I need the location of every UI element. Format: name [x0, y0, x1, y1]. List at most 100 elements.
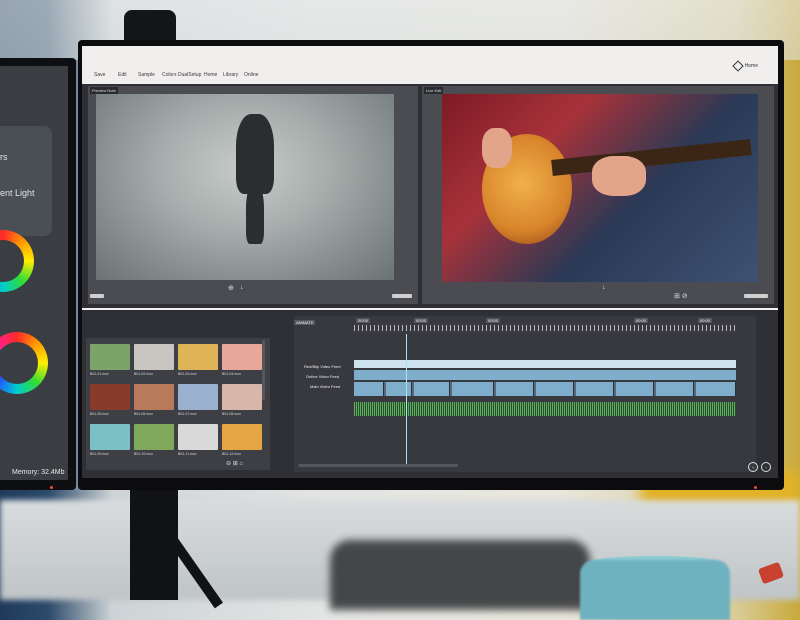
left-monitor-screen: rs ent Light Memory: 32.4Mb — [0, 66, 68, 480]
timecode-3: 00:00 — [486, 318, 501, 323]
timeline-clip[interactable] — [354, 382, 384, 396]
media-thumbnail-label: B01-12.mov — [222, 452, 241, 456]
media-thumbnail-label: B01-01.mov — [90, 372, 109, 376]
menu-divider — [82, 82, 778, 84]
menu-bar: Save Edit Sample Colors DualSetup Home L… — [82, 46, 778, 82]
marker-icon[interactable]: ⊕ — [228, 284, 234, 292]
download-icon-2[interactable]: ↓ — [602, 284, 606, 291]
playback-controls-icon[interactable]: ⊞ ⊘ — [674, 292, 688, 300]
color-wheel-1[interactable] — [0, 230, 34, 292]
menu-item-online[interactable]: Online — [244, 72, 258, 78]
media-thumbnail-label: B01-03.mov — [178, 372, 197, 376]
timeline-corner-controls: + − — [748, 462, 771, 472]
dancer-figure — [236, 114, 274, 194]
menu-item-edit[interactable]: Edit — [118, 72, 127, 78]
fretting-hand — [592, 156, 646, 196]
timeline-panel: ANIMATE 00:00 00:00 00:00 00:00 00:00 Re… — [294, 316, 756, 472]
media-thumbnail-label: B01-06.mov — [134, 412, 153, 416]
mug — [580, 560, 730, 620]
video-track-3[interactable] — [354, 382, 736, 396]
source-viewer-label: Preview Note — [90, 87, 118, 94]
dancer-legs — [246, 184, 264, 244]
menu-item-sample[interactable]: Sample — [138, 72, 155, 78]
source-scrubber-left[interactable] — [90, 294, 104, 298]
media-thumbnail-label: B01-07.mov — [178, 412, 197, 416]
timecode-2: 00:00 — [414, 318, 429, 323]
track-label-3: Main Video Feed — [310, 384, 341, 389]
media-thumbnail[interactable] — [90, 424, 130, 450]
source-scrubber-right[interactable] — [392, 294, 412, 298]
media-thumbnail-label: B01-02.mov — [134, 372, 153, 376]
main-monitor: Save Edit Sample Colors DualSetup Home L… — [78, 40, 784, 490]
timeline-clip[interactable] — [414, 382, 450, 396]
video-track-1[interactable] — [354, 360, 736, 368]
menu-item-dualsetup[interactable]: DualSetup — [178, 72, 201, 78]
program-scrubber[interactable] — [744, 294, 768, 298]
source-viewer-video[interactable] — [96, 94, 394, 280]
media-thumbnail-label: B01-04.mov — [222, 372, 241, 376]
timecode-4: 00:00 — [634, 318, 649, 323]
timeline-clip[interactable] — [536, 382, 574, 396]
media-thumbnail[interactable] — [134, 424, 174, 450]
media-thumbnail[interactable] — [178, 424, 218, 450]
home-icon — [731, 60, 744, 72]
media-thumbnail[interactable] — [134, 384, 174, 410]
video-track-2[interactable] — [354, 370, 736, 380]
media-thumbnail[interactable] — [178, 344, 218, 370]
editor-screen: Save Edit Sample Colors DualSetup Home L… — [82, 46, 778, 478]
timeline-tag: ANIMATE — [294, 320, 316, 325]
media-thumbnail[interactable] — [222, 424, 262, 450]
track-label-2: Online Video Feed — [306, 374, 340, 379]
menu-item-colors[interactable]: Colors — [162, 72, 176, 78]
timeline-clip[interactable] — [616, 382, 654, 396]
power-led — [50, 486, 53, 489]
timeline-clip[interactable] — [696, 382, 736, 396]
timeline-clip[interactable] — [496, 382, 534, 396]
playhead[interactable] — [406, 334, 407, 464]
left-panel — [0, 126, 52, 236]
media-thumbnail[interactable] — [222, 344, 262, 370]
source-viewer-pane: Preview Note ⊕ ↓ — [88, 86, 418, 304]
media-thumbnail-label: B01-10.mov — [134, 452, 153, 456]
zoom-in-icon[interactable]: + — [748, 462, 758, 472]
color-wheel-2[interactable] — [0, 332, 48, 394]
menu-item-home[interactable]: Home — [204, 72, 217, 78]
main-power-led — [754, 486, 757, 489]
program-viewer-pane: Live Edit ↓ ⊞ ⊘ — [422, 86, 774, 304]
media-thumbnail-label: B01-05.mov — [90, 412, 109, 416]
audio-waveform[interactable] — [354, 402, 736, 416]
timeline-clip[interactable] — [386, 382, 412, 396]
menu-item-save[interactable]: Save — [94, 72, 105, 78]
memory-readout: Memory: 32.4Mb — [12, 469, 65, 476]
home-label: Home — [744, 63, 758, 69]
left-monitor: rs ent Light Memory: 32.4Mb — [0, 58, 76, 490]
download-icon[interactable]: ↓ — [240, 284, 244, 291]
media-thumbnail[interactable] — [90, 344, 130, 370]
media-thumbnail-label: B01-11.mov — [178, 452, 197, 456]
media-thumbnail[interactable] — [178, 384, 218, 410]
panel-divider — [82, 308, 778, 310]
media-thumbnail[interactable] — [222, 384, 262, 410]
guitar-neck — [551, 139, 752, 176]
timeline-clip[interactable] — [656, 382, 694, 396]
home-button[interactable]: Home — [731, 60, 758, 72]
timeline-scrollbar[interactable] — [298, 464, 458, 467]
program-viewer-video[interactable] — [442, 94, 758, 282]
left-label-1: rs — [0, 152, 8, 162]
media-thumbnail-label: B01-09.mov — [90, 452, 109, 456]
menu-item-library[interactable]: Library — [223, 72, 238, 78]
timecode-1: 00:00 — [356, 318, 371, 323]
left-label-2: ent Light — [0, 188, 35, 198]
bin-tools-icon[interactable]: ⊖ ⊞ ⌂ — [226, 460, 243, 467]
media-thumbnail-label: B01-08.mov — [222, 412, 241, 416]
media-bin-scrollbar[interactable] — [262, 340, 265, 400]
zoom-out-icon[interactable]: − — [761, 462, 771, 472]
timeline-clip[interactable] — [452, 382, 494, 396]
track-label-1: Red/Blip Video Feed — [304, 364, 341, 369]
timeline-clip[interactable] — [576, 382, 614, 396]
strumming-hand — [482, 128, 512, 168]
timeline-ruler[interactable] — [354, 325, 738, 331]
media-bin: B01-01.mov B01-02.mov B01-03.mov B01-04.mov… — [86, 338, 270, 470]
media-thumbnail[interactable] — [134, 344, 174, 370]
media-thumbnail[interactable] — [90, 384, 130, 410]
